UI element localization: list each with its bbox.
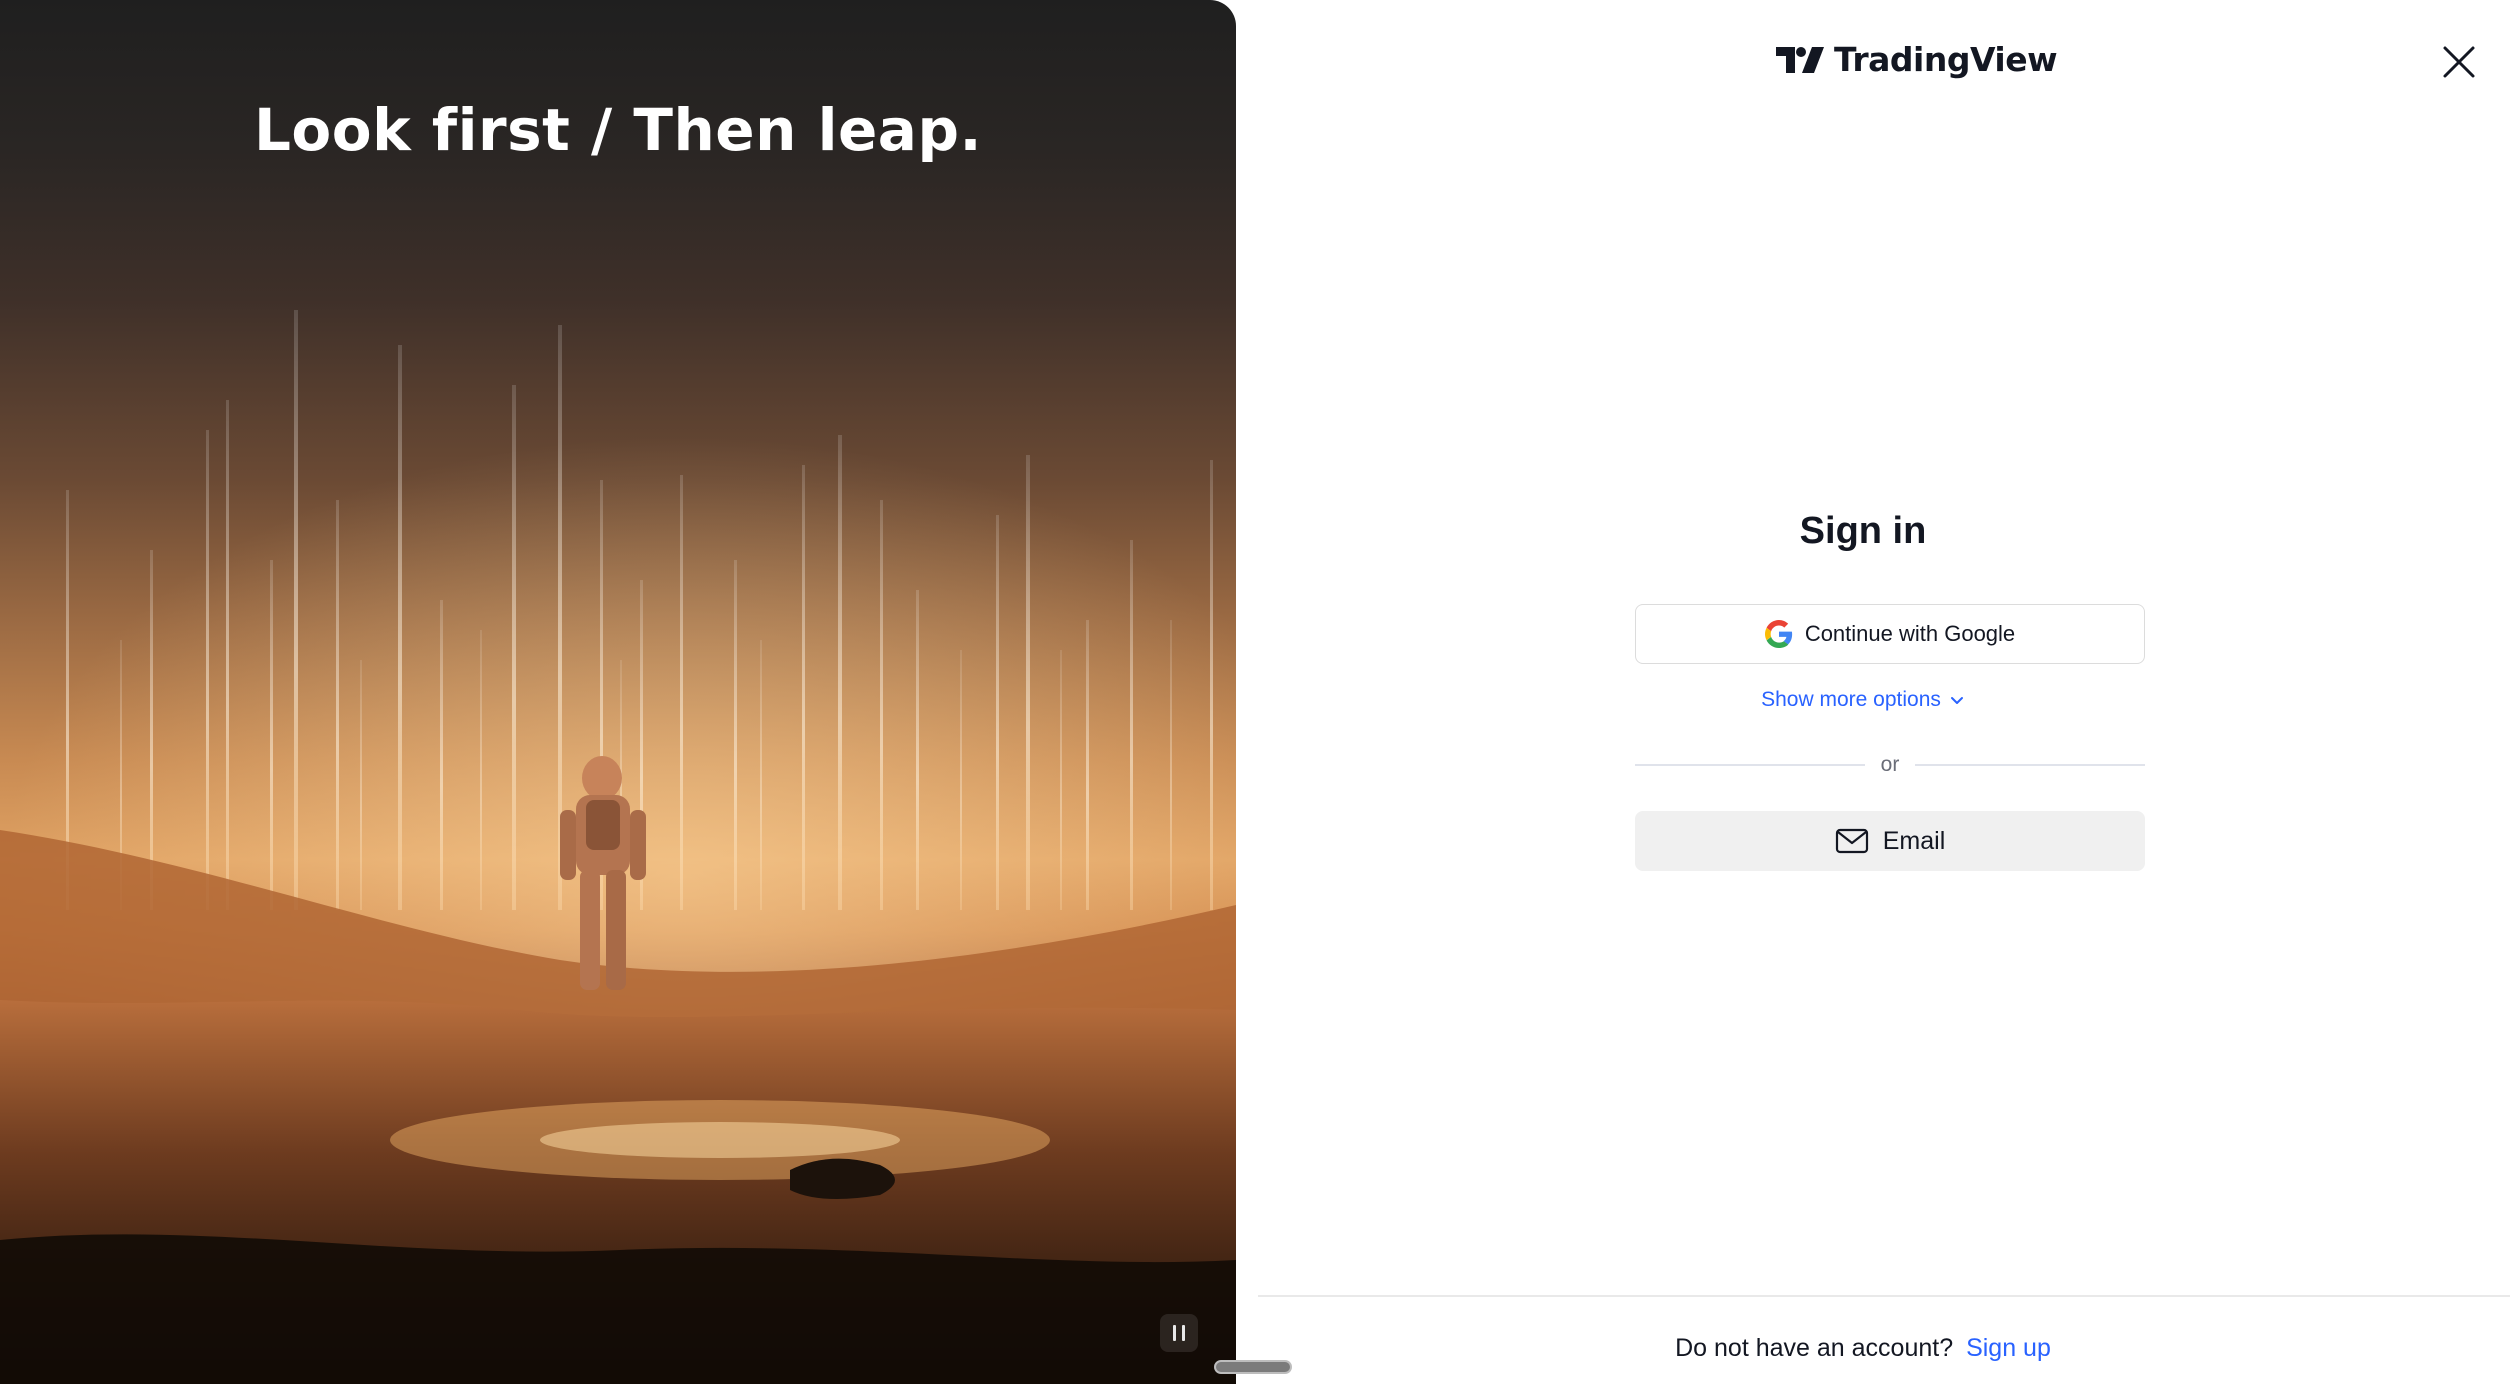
footer-divider [1258,1295,2510,1297]
brand-name: TradingView [1834,40,2058,79]
more-options-label: Show more options [1761,688,1941,711]
or-divider: or [1635,750,2145,780]
auth-panel: TradingView Sign in Continue with Google… [1236,0,2510,1384]
continue-with-google-button[interactable]: Continue with Google [1635,604,2145,664]
envelope-icon [1835,828,1868,854]
close-icon [2443,46,2475,78]
signup-footer: Do not have an account? Sign up [1154,1334,2510,1363]
chevron-down-icon [1950,697,1963,704]
google-button-label: Continue with Google [1804,621,2016,646]
email-button[interactable]: Email [1635,811,2145,871]
tradingview-logo-icon [1776,46,1824,73]
google-icon [1764,620,1792,648]
show-more-options-link[interactable]: Show more options [1236,688,2490,712]
brand-logo[interactable]: TradingView [1776,40,2058,79]
hero-headline: Look first / Then leap. [253,96,983,164]
divider-line-right [1915,764,2145,766]
divider-line-left [1635,764,1865,766]
sign-up-link[interactable]: Sign up [1966,1334,2051,1362]
signup-prompt: Do not have an account? [1675,1334,1954,1362]
page-title: Sign in [1799,510,1927,552]
page-root: Look first / Then leap. TradingView Sign… [0,0,2510,1384]
email-button-label: Email [1882,826,1946,855]
divider-text: or [1880,753,1900,776]
hero-illustration [0,300,1236,1384]
close-button[interactable] [2439,42,2479,82]
hero-panel: Look first / Then leap. [0,0,1236,1384]
